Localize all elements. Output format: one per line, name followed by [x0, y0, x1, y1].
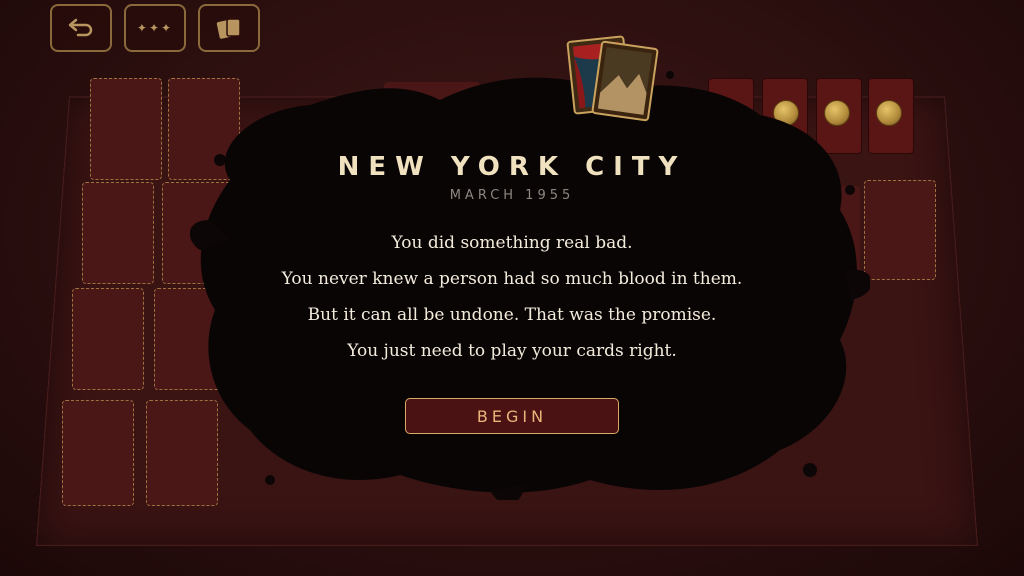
- deck-card-art[interactable]: [591, 40, 659, 122]
- location-title: NEW YORK CITY: [337, 152, 687, 182]
- mountain-art-icon: [597, 47, 653, 115]
- menu-button[interactable]: ✦✦✦: [124, 4, 186, 52]
- cards-icon: [216, 18, 241, 39]
- story-line: You never knew a person had so much bloo…: [281, 269, 743, 289]
- dots-icon: ✦✦✦: [136, 21, 174, 35]
- story-line: You just need to play your cards right.: [347, 341, 677, 361]
- undo-button[interactable]: [50, 4, 112, 52]
- story-line: But it can all be undone. That was the p…: [307, 305, 717, 325]
- date-subtitle: MARCH 1955: [449, 188, 575, 203]
- undo-arrow-icon: [68, 18, 93, 37]
- deck-button[interactable]: [198, 4, 260, 52]
- game-scene: ✦✦✦ NEW YORK CITY MARCH 1955 You did som…: [0, 0, 1024, 576]
- begin-button[interactable]: BEGIN: [405, 398, 619, 434]
- story-text: You did something real bad. You never kn…: [0, 230, 1024, 374]
- story-line: You did something real bad.: [391, 233, 633, 253]
- card-slot[interactable]: [62, 400, 134, 506]
- coin-icon: [876, 100, 902, 126]
